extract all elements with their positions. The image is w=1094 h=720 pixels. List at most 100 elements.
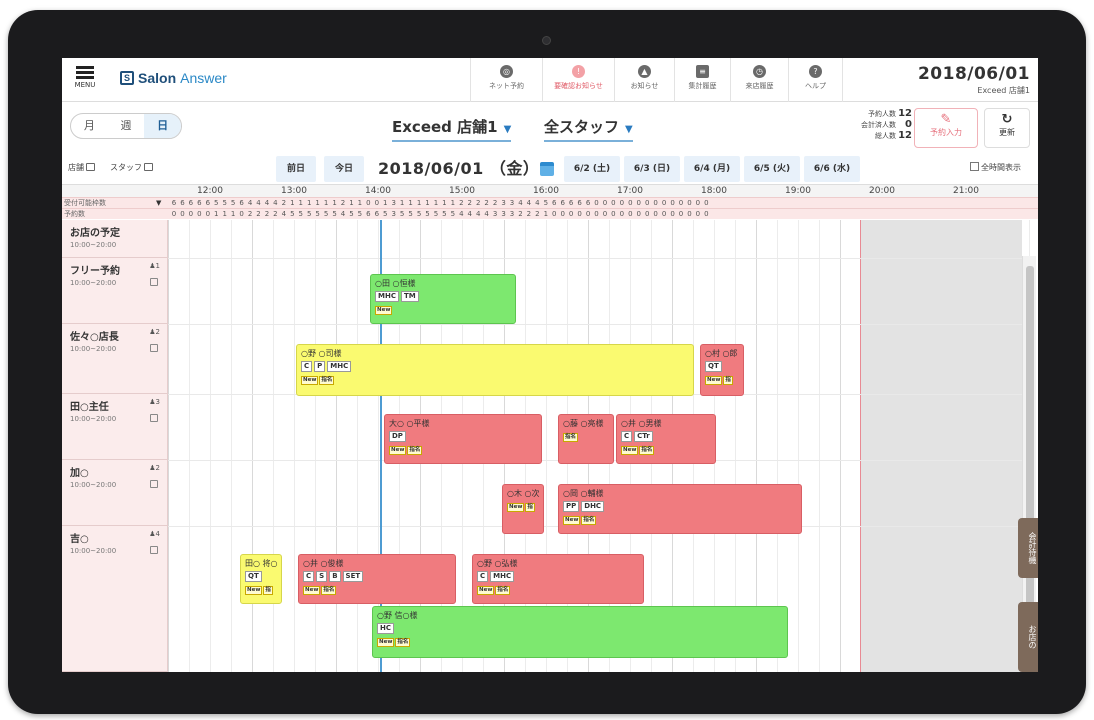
staff-select[interactable]: 全スタッフ ▼ [544,116,633,142]
staff-row[interactable]: 佐々○店長 10:00~20:00 ♟2 [62,324,168,394]
appointment-card[interactable]: ○村 ○郎 QT New 指 [700,344,744,396]
help-icon: ? [809,65,822,78]
reserved-cell: 0 [602,210,608,218]
reserved-cell: 4 [281,210,287,218]
menu-tag: DP [389,431,406,442]
show-all-hours-label: 全時間表示 [981,163,1021,172]
nav-notice[interactable]: ▲ お知らせ [614,58,674,102]
timeline[interactable]: ○田 ○恒様 MHC TM New ○野 ○司様 C P MHC New 指名 ○村 ○… [168,220,1030,672]
calendar-icon[interactable] [150,414,158,422]
store-tab[interactable]: 店舗 [68,162,95,173]
staff-row[interactable]: 加○ 10:00~20:00 ♟2 [62,460,168,526]
calendar-icon[interactable] [540,162,554,176]
grid-line [840,220,841,672]
store-tab-label: 店舗 [68,163,84,172]
staff-tab[interactable]: スタッフ [110,162,153,173]
appointment-card[interactable]: ○野 信○様 HC New 指名 [372,606,788,658]
reserved-cell: 5 [433,210,439,218]
appointment-menus: QT [245,571,277,582]
appointment-customer: 田○ 将○ [245,559,278,568]
day-button[interactable]: 6/6 (水) [804,156,860,182]
prev-day-button[interactable]: 前日 [276,156,316,182]
appointment-customer: ○野 ○司様 [301,349,342,358]
new-badge: New [507,503,525,512]
day-button[interactable]: 6/2 (土) [564,156,620,182]
today-button[interactable]: 今日 [324,156,364,182]
day-button[interactable]: 6/5 (火) [744,156,800,182]
menu-button[interactable]: MENU [72,64,98,96]
nominated-badge: 指名 [581,516,597,525]
staff-count: ♟2 [149,328,160,336]
nav-important-notice[interactable]: ! 要確認お知らせ [542,58,614,102]
calendar-icon[interactable] [150,480,158,488]
reserved-cell: 5 [290,210,295,218]
calendar-icon[interactable] [150,546,158,554]
count-value: 0 [905,119,912,130]
appointment-customer: ○村 ○郎 [705,349,738,358]
view-week[interactable]: 週 [108,114,145,138]
staff-row-store[interactable]: お店の予定 10:00~20:00 [62,220,168,258]
nav-ledger[interactable]: ≡ 集計履歴 [674,58,730,102]
menu-tag: C [301,361,313,372]
side-tab-checkout[interactable]: 会計待機 [1018,518,1038,578]
reservation-input-button[interactable]: ✎ 予約入力 [914,108,978,148]
grid-line [168,220,169,672]
day-button[interactable]: 6/3 (日) [624,156,680,182]
grid-line [273,220,274,672]
reserved-cell: 0 [197,210,202,218]
reserved-cell: 3 [501,210,506,218]
appointment-customer: ○井 ○俊様 [303,559,344,568]
reserved-cell: 5 [399,210,405,218]
staff-select-label: 全スタッフ [544,118,620,136]
view-month[interactable]: 月 [71,114,108,138]
reserved-cell: 0 [695,210,701,218]
side-tab-store[interactable]: お店の [1018,602,1038,672]
view-day[interactable]: 日 [144,114,181,138]
appointment-card[interactable]: ○藤 ○亮様 指名 [558,414,614,464]
show-all-hours-toggle[interactable]: 全時間表示 [970,162,1021,173]
staff-row[interactable]: 吉○ 10:00~20:00 ♟4 [62,526,168,672]
reserved-cell: 2 [526,210,532,218]
appointment-card[interactable]: ○井 ○俊様 C S B SET New 指名 [298,554,456,604]
appointment-card[interactable]: ○岡 ○輔様 PP DHC New 指名 [558,484,802,534]
store-select[interactable]: Exceed 店舗1 ▼ [392,116,512,142]
caret-down-icon: ▼ [625,124,633,135]
staff-count-value: 2 [155,328,160,336]
reserved-cell: 1 [543,210,549,218]
staff-count-value: 2 [155,464,160,472]
staff-row[interactable]: 田○主任 10:00~20:00 ♟3 [62,394,168,460]
reserved-cell: 1 [230,210,236,218]
nav-visit-history[interactable]: ◷ 来店履歴 [730,58,788,102]
reservation-counts: 予約人数 12 会計済人数 0 総人数 12 [830,108,912,141]
count-label: 予約人数 [868,109,896,118]
appointment-card[interactable]: ○野 ○弘様 C MHC New 指名 [472,554,644,604]
day-button[interactable]: 6/4 (月) [684,156,740,182]
nav-label: 集計履歴 [688,82,717,90]
nominated-badge: 指名 [495,586,511,595]
nav-label: ネット予約 [489,82,524,90]
appointment-menus: C S B SET [303,571,451,582]
grid-line [210,220,211,672]
nav-help[interactable]: ? ヘルプ [788,58,842,102]
calendar-icon[interactable] [150,344,158,352]
refresh-icon: ↻ [1001,112,1013,127]
nav-net-reservation[interactable]: ◎ ネット予約 [470,58,542,102]
clock-icon: ◷ [753,65,766,78]
view-toggle: 月 週 日 [70,113,182,139]
appointment-card[interactable]: ○野 ○司様 C P MHC New 指名 [296,344,694,396]
appointment-card[interactable]: 田○ 将○ QT New 指 [240,554,282,604]
reserved-cell: 0 [611,210,616,218]
appointment-card[interactable]: ○田 ○恒様 MHC TM New [370,274,516,324]
nominated-badge: 指名 [319,376,335,385]
row-divider [168,324,1022,325]
staff-row[interactable]: フリー予約 10:00~20:00 ♟1 [62,258,168,324]
appointment-card[interactable]: ○木 ○次 New 指 [502,484,544,534]
menu-tag: TM [400,291,419,302]
appointment-card[interactable]: 大○ ○平様 DP New 指名 [384,414,542,464]
menu-tag: C [621,431,633,442]
refresh-button[interactable]: ↻ 更新 [984,108,1030,148]
reserved-cell: 0 [171,210,177,218]
grid-line [546,220,547,672]
calendar-icon[interactable] [150,278,158,286]
appointment-card[interactable]: ○井 ○男様 C CTr New 指名 [616,414,716,464]
